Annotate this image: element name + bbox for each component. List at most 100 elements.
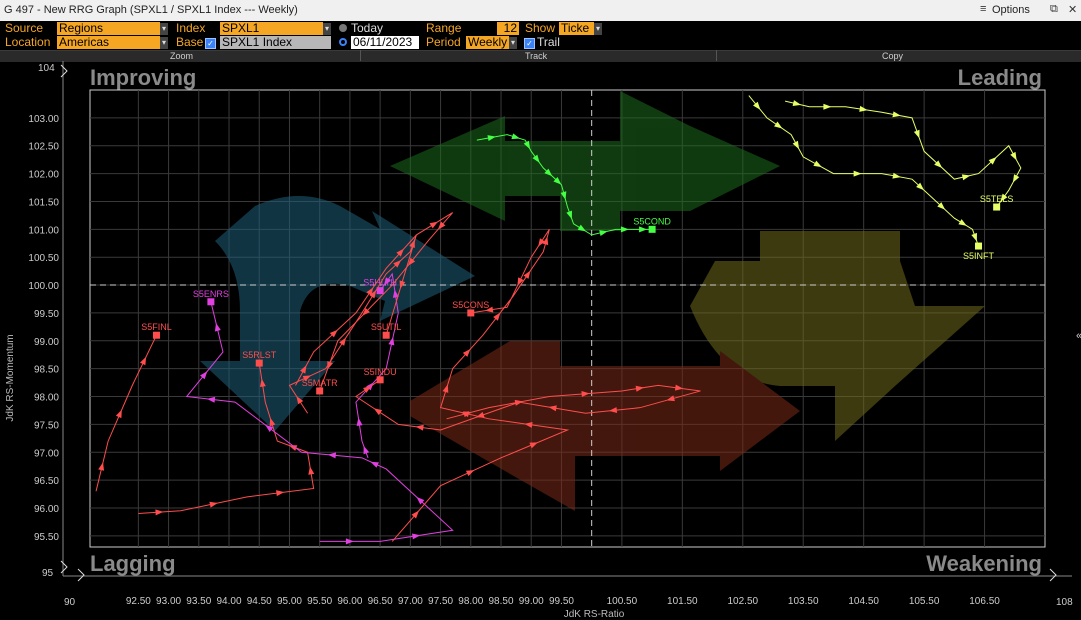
x-tick-label: 102.50 <box>727 596 758 607</box>
x-axis-title: JdK RS-Ratio <box>564 609 625 620</box>
y-tick-label: 99.00 <box>34 337 59 348</box>
base-index-field[interactable]: SPXL1 Index <box>220 36 331 49</box>
show-label: Show <box>525 21 556 35</box>
x-tick-label: 106.50 <box>969 596 1000 607</box>
series-head-marker[interactable] <box>316 387 324 395</box>
series-head-marker[interactable] <box>975 242 983 250</box>
window-title-bar: G 497 - New RRG Graph (SPXL1 / SPXL1 Ind… <box>0 0 1081 21</box>
axis-break-icon <box>60 64 68 78</box>
index-chevron-down-icon[interactable]: ▾ <box>323 23 331 35</box>
x-tick-label: 95.00 <box>277 596 302 607</box>
x-tick-label: 98.00 <box>458 596 483 607</box>
source-dropdown[interactable]: Regions <box>57 22 160 35</box>
track-tool[interactable]: Track <box>525 51 547 61</box>
options-menu-icon[interactable]: ≡ <box>980 3 986 15</box>
index-dropdown[interactable]: SPXL1 <box>220 22 323 35</box>
x-tick-label: 98.50 <box>488 596 513 607</box>
copy-tool[interactable]: Copy <box>882 51 903 61</box>
y-tick-label: 97.00 <box>34 448 59 459</box>
x-tick-label: 93.50 <box>186 596 211 607</box>
show-chevron-down-icon[interactable]: ▾ <box>594 23 602 35</box>
today-radio[interactable] <box>339 24 347 32</box>
date-radio[interactable] <box>339 38 347 46</box>
y-tick-label: 101.00 <box>28 225 59 236</box>
trail-checkbox[interactable]: ✓ <box>524 38 535 49</box>
today-label: Today <box>351 21 384 35</box>
y-edge-label-top: 104 <box>38 63 55 74</box>
rrg-chart[interactable]: « JdK RS-Momentum JdK RS-Ratio 104 95 90… <box>0 61 1081 620</box>
base-checkbox[interactable]: ✓ <box>205 38 216 49</box>
x-tick-label: 103.50 <box>788 596 819 607</box>
y-axis-title: JdK RS-Momentum <box>5 334 16 421</box>
series-label: S5UTIL <box>371 322 402 332</box>
period-dropdown[interactable]: Weekly <box>466 36 509 49</box>
series-head-marker[interactable] <box>152 331 160 339</box>
source-label: Source <box>5 21 44 35</box>
x-tick-label: 92.50 <box>126 596 151 607</box>
location-chevron-down-icon[interactable]: ▾ <box>160 37 168 49</box>
date-field[interactable]: 06/11/2023 <box>351 36 419 49</box>
window-title: G 497 - New RRG Graph (SPXL1 / SPXL1 Ind… <box>4 4 298 16</box>
series-head-marker[interactable] <box>255 359 263 367</box>
series-head-marker[interactable] <box>207 298 215 306</box>
x-tick-label: 104.50 <box>848 596 879 607</box>
source-chevron-down-icon[interactable]: ▾ <box>160 23 168 35</box>
axis-break-icon <box>60 560 68 574</box>
axis-break-icon <box>77 568 85 582</box>
location-dropdown[interactable]: Americas <box>57 36 160 49</box>
x-edge-label-left: 90 <box>64 597 76 608</box>
show-dropdown[interactable]: Ticke <box>559 22 594 35</box>
toolbar-divider <box>360 50 361 61</box>
x-tick-label: 94.00 <box>217 596 242 607</box>
y-tick-label: 95.50 <box>34 532 59 543</box>
x-tick-label: 101.50 <box>667 596 698 607</box>
y-tick-label: 100.00 <box>28 281 59 292</box>
series-head-marker[interactable] <box>648 225 656 233</box>
series-label: S5ENRS <box>193 289 229 299</box>
y-tick-label: 99.50 <box>34 309 59 320</box>
period-label: Period <box>426 35 461 49</box>
toolbar-divider <box>716 50 717 61</box>
quadrant-label-leading: Leading <box>958 65 1042 90</box>
quadrant-label-lagging: Lagging <box>90 551 176 576</box>
expand-panel-icon[interactable]: « <box>1076 330 1081 342</box>
axis-break-icon <box>1049 568 1057 582</box>
quadrant-label-improving: Improving <box>90 65 196 90</box>
y-tick-label: 101.50 <box>28 197 59 208</box>
x-tick-label: 99.00 <box>519 596 544 607</box>
base-label: Base <box>176 35 204 49</box>
series-label: S5HLTH <box>363 278 397 288</box>
pin-icon[interactable]: ⧉ <box>1050 3 1058 16</box>
series-label: S5FINL <box>141 322 172 332</box>
x-tick-label: 100.50 <box>607 596 638 607</box>
y-tick-label: 103.00 <box>28 114 59 125</box>
index-label: Index <box>176 21 206 35</box>
range-input[interactable]: 12 <box>497 22 519 35</box>
x-tick-label: 105.50 <box>909 596 940 607</box>
y-edge-label-bottom: 95 <box>42 568 54 579</box>
series-head-marker[interactable] <box>376 376 384 384</box>
series-head-marker[interactable] <box>382 331 390 339</box>
quadrant-label-weakening: Weakening <box>926 551 1042 576</box>
y-tick-label: 100.50 <box>28 253 59 264</box>
y-tick-label: 96.50 <box>34 476 59 487</box>
period-chevron-down-icon[interactable]: ▾ <box>509 37 517 49</box>
x-tick-label: 96.00 <box>337 596 362 607</box>
series-label: S5INDU <box>364 367 397 377</box>
x-tick-label: 97.00 <box>398 596 423 607</box>
x-tick-label: 95.50 <box>307 596 332 607</box>
x-tick-label: 94.50 <box>247 596 272 607</box>
series-label: S5TELS <box>980 194 1014 204</box>
series-head-marker[interactable] <box>467 309 475 317</box>
series-label: S5CONS <box>452 300 489 310</box>
close-icon[interactable]: ✕ <box>1068 3 1077 16</box>
options-button[interactable]: Options <box>992 4 1030 16</box>
zoom-tool[interactable]: Zoom <box>170 51 193 61</box>
series-label: S5COND <box>633 216 671 226</box>
x-tick-label: 96.50 <box>368 596 393 607</box>
range-label: Range <box>426 21 462 35</box>
location-label: Location <box>5 35 51 49</box>
x-tick-label: 97.50 <box>428 596 453 607</box>
series-head-marker[interactable] <box>993 203 1001 211</box>
y-tick-label: 96.00 <box>34 504 59 515</box>
